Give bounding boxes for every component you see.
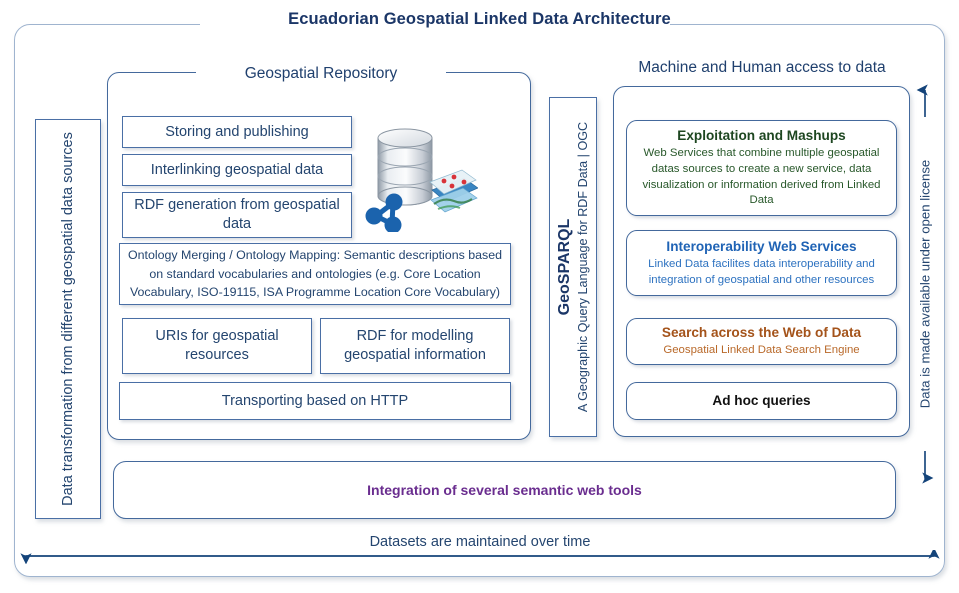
mh-box-interoperability-body: Linked Data facilites data interoperabil…: [648, 257, 875, 286]
geosparql-subtitle: A Geographic Query Language for RDF Data…: [575, 121, 590, 413]
repo-box-transport-http-label: Transporting based on HTTP: [221, 393, 409, 409]
mh-box-exploitation-heading: Exploitation and Mashups: [677, 127, 846, 143]
mh-box-adhoc-queries-heading: Ad hoc queries: [712, 392, 811, 408]
repo-box-ontology-merging-label: Ontology Merging / Ontology Mapping: Sem…: [128, 248, 502, 300]
repo-box-interlinking: Interlinking geospatial data: [122, 154, 352, 186]
database-map-graph-icon: [360, 124, 479, 234]
repo-box-uris-label: URIs for geospatial resources: [155, 328, 279, 363]
geosparql-title: GeoSPARQL: [555, 218, 573, 316]
left-axis-panel: Data transformation from different geosp…: [35, 119, 101, 519]
integration-panel: Integration of several semantic web tool…: [113, 461, 896, 519]
right-axis: Data is made available under open licens…: [905, 84, 945, 484]
repo-box-storing-label: Storing and publishing: [165, 124, 309, 140]
left-axis-label: Data transformation from different geosp…: [59, 132, 76, 506]
mh-box-search-heading: Search across the Web of Data: [661, 324, 862, 340]
mh-box-exploitation: Exploitation and Mashups Web Services th…: [626, 120, 897, 216]
mh-box-interoperability: Interoperability Web Services Linked Dat…: [626, 230, 897, 296]
page-title: Ecuadorian Geospatial Linked Data Archit…: [288, 10, 671, 28]
repo-box-interlinking-label: Interlinking geospatial data: [150, 162, 324, 178]
repo-box-rdf-modelling-label: RDF for modelling geospatial information: [344, 328, 486, 363]
repo-box-rdf-generation-label: RDF generation from geospatial data: [134, 197, 340, 232]
integration-label: Integration of several semantic web tool…: [367, 482, 642, 498]
repo-box-rdf-generation: RDF generation from geospatial data: [122, 192, 352, 238]
repo-box-storing: Storing and publishing: [122, 116, 352, 148]
bottom-axis: Datasets are maintained over time: [18, 534, 942, 564]
mh-box-adhoc-queries: Ad hoc queries: [626, 382, 897, 420]
geosparql-panel: GeoSPARQL A Geographic Query Language fo…: [549, 97, 597, 437]
mh-box-exploitation-body: Web Services that combine multiple geosp…: [642, 147, 881, 207]
mh-box-search: Search across the Web of Data Geospatial…: [626, 318, 897, 365]
repo-box-transport-http: Transporting based on HTTP: [119, 382, 511, 420]
geosparql-text-wrap: GeoSPARQL A Geographic Query Language fo…: [555, 100, 591, 434]
bottom-axis-label: Datasets are maintained over time: [18, 534, 942, 550]
mh-box-interoperability-heading: Interoperability Web Services: [666, 238, 857, 254]
architecture-diagram: Ecuadorian Geospatial Linked Data Archit…: [0, 0, 959, 593]
mh-box-search-body: Geospatial Linked Data Search Engine: [663, 344, 860, 357]
repo-box-rdf-modelling: RDF for modelling geospatial information: [320, 318, 510, 374]
repo-box-ontology-merging: Ontology Merging / Ontology Mapping: Sem…: [119, 243, 511, 305]
geospatial-repository-title: Geospatial Repository: [196, 64, 446, 85]
repo-box-uris: URIs for geospatial resources: [122, 318, 312, 374]
machine-human-title: Machine and Human access to data: [637, 58, 887, 79]
right-axis-label: Data is made available under open licens…: [917, 117, 933, 451]
